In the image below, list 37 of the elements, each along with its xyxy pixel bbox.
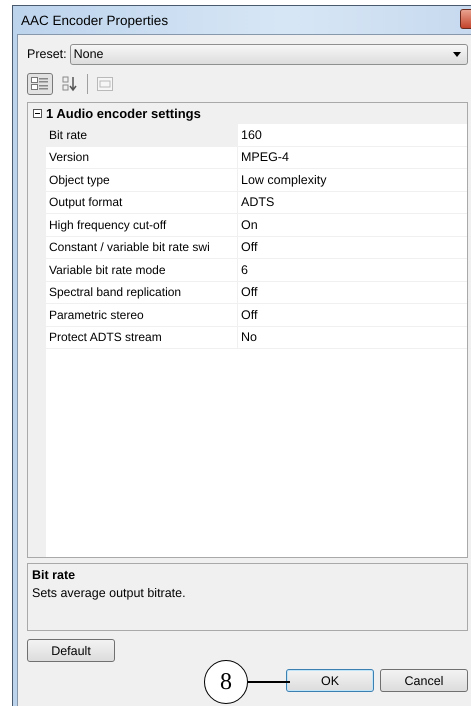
dialog-button[interactable]: Default bbox=[27, 639, 115, 662]
window-title: AAC Encoder Properties bbox=[20, 12, 168, 28]
property-name[interactable]: Constant / variable bit rate swi bbox=[46, 236, 238, 259]
categorized-toolbar-button[interactable] bbox=[27, 73, 53, 95]
property-name[interactable]: Object type bbox=[46, 169, 238, 192]
property-name[interactable]: Protect ADTS stream bbox=[46, 326, 238, 349]
dropdown-arrow-icon bbox=[453, 52, 461, 56]
property-name[interactable]: High frequency cut-off bbox=[46, 214, 238, 236]
close-button[interactable] bbox=[460, 9, 471, 29]
property-value[interactable]: ADTS bbox=[238, 192, 467, 214]
categorized-icon bbox=[31, 77, 49, 91]
sort-icon bbox=[62, 76, 78, 92]
collapse-icon[interactable] bbox=[32, 109, 42, 118]
property-name[interactable]: Spectral band replication bbox=[46, 282, 238, 304]
property-pages-icon bbox=[97, 77, 113, 91]
property-value[interactable]: 6 bbox=[238, 259, 467, 282]
preset-dropdown[interactable]: None bbox=[70, 44, 468, 64]
property-value[interactable]: Low complexity bbox=[238, 169, 467, 192]
category-title: 1 Audio encoder settings bbox=[46, 106, 201, 121]
property-name[interactable]: Version bbox=[46, 146, 238, 169]
description-title: Bit rate bbox=[32, 568, 76, 582]
leader-line bbox=[248, 681, 290, 683]
property-value[interactable]: MPEG-4 bbox=[238, 146, 467, 169]
property-name[interactable]: Parametric stereo bbox=[46, 304, 238, 326]
preset-label: Preset: bbox=[27, 47, 67, 61]
property-name[interactable]: Output format bbox=[46, 192, 238, 214]
property-value[interactable]: 160 bbox=[238, 124, 467, 146]
property-value[interactable]: Off bbox=[238, 236, 467, 259]
description-text: Sets average output bitrate. bbox=[32, 586, 187, 600]
property-value[interactable]: Off bbox=[238, 282, 467, 304]
dialog-button[interactable]: OK bbox=[286, 669, 374, 692]
property-value[interactable]: No bbox=[238, 326, 467, 349]
dialog-button[interactable]: Cancel bbox=[380, 669, 468, 692]
property-value[interactable]: Off bbox=[238, 304, 467, 326]
property-value[interactable]: On bbox=[238, 214, 467, 236]
property-name[interactable]: Bit rate bbox=[46, 124, 238, 146]
property-name[interactable]: Variable bit rate mode bbox=[46, 259, 238, 282]
